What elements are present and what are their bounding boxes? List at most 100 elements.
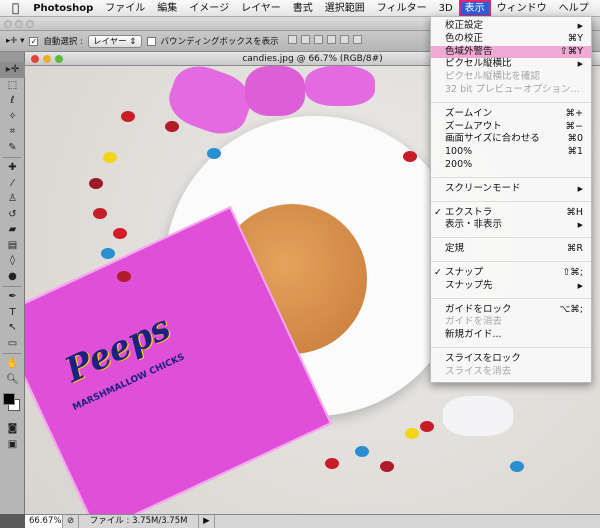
shape-tool-icon[interactable]: ▭	[0, 336, 25, 352]
status-info-icon[interactable]: ⊘	[63, 515, 80, 528]
menu-item-label: スナップ先	[445, 279, 493, 291]
auto-select-checkbox[interactable]: ✓	[29, 36, 39, 46]
menu-item-label: 100%	[445, 146, 473, 158]
gradient-icon[interactable]: ▤	[0, 238, 25, 254]
jelly-bean	[403, 151, 417, 162]
menu-item-label: スライスをロック	[445, 352, 521, 364]
menu-3d[interactable]: 3D	[433, 0, 459, 17]
dodge-tool-icon[interactable]: ●	[0, 269, 25, 285]
color-swatches[interactable]	[0, 387, 24, 421]
menu-item-label: 200%	[445, 158, 473, 170]
submenu-arrow-icon: ▶	[577, 184, 583, 193]
align-icons	[284, 35, 362, 47]
menu-edit[interactable]: 編集	[151, 0, 183, 17]
menu-item[interactable]: ✓ エクストラ ⌘H	[431, 207, 591, 220]
zoom-tool-icon[interactable]: 🔍︎	[0, 372, 25, 388]
brush-tool-icon[interactable]: ⁄	[0, 176, 25, 192]
menu-item[interactable]: スライスをロック	[431, 353, 591, 366]
menu-separator	[431, 200, 591, 202]
menu-item[interactable]: 色の校正 ⌘Y	[431, 33, 591, 46]
screen-mode-icon[interactable]: ▣	[0, 437, 25, 453]
menu-app[interactable]: Photoshop	[27, 0, 99, 17]
menu-filter[interactable]: フィルター	[371, 0, 433, 17]
menu-item[interactable]: 表示・非表示 ▶	[431, 219, 591, 232]
menu-file[interactable]: ファイル	[99, 0, 151, 17]
status-menu-arrow[interactable]: ▶	[199, 515, 215, 528]
menu-item[interactable]: スナップ先 ▶	[431, 280, 591, 293]
menu-item[interactable]: 定規 ⌘R	[431, 243, 591, 256]
align-hcenter-icon[interactable]	[339, 35, 349, 44]
eyedropper-icon[interactable]: ✎	[0, 140, 25, 156]
menu-item[interactable]: 色域外警告 ⇧⌘Y	[431, 45, 591, 59]
menu-shortcut: ⌘−	[565, 120, 583, 132]
move-tool-icon[interactable]: ▸✛	[0, 62, 25, 78]
menu-item[interactable]: 100% ⌘1	[431, 146, 591, 159]
crop-tool-icon[interactable]: ⌗	[0, 124, 25, 140]
menu-separator	[431, 297, 591, 299]
align-right-icon[interactable]	[352, 35, 362, 44]
marquee-tool-icon[interactable]: ⬚	[0, 78, 25, 94]
peep-candy	[305, 66, 375, 106]
bounding-box-checkbox[interactable]	[146, 36, 156, 46]
align-top-icon[interactable]	[287, 35, 297, 44]
menu-item-label: スライスを消去	[445, 365, 512, 377]
align-bottom-icon[interactable]	[313, 35, 323, 44]
menu-layer[interactable]: レイヤー	[235, 0, 287, 17]
menu-image[interactable]: イメージ	[183, 0, 235, 17]
zoom-button[interactable]	[26, 20, 34, 28]
menu-item: 32 bit プレビューオプション...	[431, 84, 591, 97]
doc-title: candies.jpg @ 66.7% (RGB/8#)	[242, 54, 383, 64]
menu-help[interactable]: ヘルプ	[553, 0, 595, 17]
menu-item-label: 色域外警告	[445, 45, 493, 57]
auto-select-dropdown[interactable]: レイヤー ⇕	[87, 34, 142, 48]
menu-window[interactable]: ウィンドウ	[491, 0, 553, 17]
close-button[interactable]	[4, 20, 12, 28]
menu-item[interactable]: ズームアウト ⌘−	[431, 121, 591, 134]
auto-select-label: 自動選択 :	[43, 37, 83, 47]
pen-tool-icon[interactable]: ✒	[0, 289, 25, 305]
align-vcenter-icon[interactable]	[300, 35, 310, 44]
menu-item[interactable]: ピクセル縦横比 ▶	[431, 58, 591, 71]
menu-item-label: スクリーンモード	[445, 182, 521, 194]
menu-item[interactable]: ✓ スナップ ⇧⌘;	[431, 267, 591, 280]
apple-icon[interactable]: 	[0, 0, 27, 17]
doc-minimize-button[interactable]	[43, 55, 51, 63]
jelly-bean	[93, 208, 107, 219]
menu-item-label: ズームアウト	[445, 120, 502, 132]
minimize-button[interactable]	[15, 20, 23, 28]
quick-mask-icon[interactable]: ◙	[0, 421, 25, 437]
path-select-icon[interactable]: ↖	[0, 320, 25, 336]
healing-brush-icon[interactable]: ✚	[0, 160, 25, 176]
eraser-icon[interactable]: ▰	[0, 222, 25, 238]
hand-tool-icon[interactable]: ✋	[0, 356, 25, 372]
menu-item[interactable]: ガイドをロック ⌥⌘;	[431, 304, 591, 317]
panel-header[interactable]	[0, 52, 24, 62]
move-tool-icon[interactable]: ▸✛ ▾	[6, 36, 24, 46]
menu-item[interactable]: 200%	[431, 159, 591, 172]
menu-item[interactable]: 新規ガイド...	[431, 329, 591, 342]
menu-item-label: ピクセル縦横比を確認	[445, 71, 541, 83]
menu-shortcut: ⌘H	[566, 206, 583, 218]
menu-item[interactable]: ズームイン ⌘+	[431, 108, 591, 121]
menu-view[interactable]: 表示	[458, 0, 491, 17]
align-left-icon[interactable]	[326, 35, 336, 44]
magic-wand-icon[interactable]: ✧	[0, 109, 25, 125]
menu-select[interactable]: 選択範囲	[319, 0, 371, 17]
doc-close-button[interactable]	[31, 55, 39, 63]
menu-shortcut: ⇧⌘;	[562, 266, 583, 278]
foreground-color[interactable]	[3, 393, 15, 405]
history-brush-icon[interactable]: ↺	[0, 207, 25, 223]
type-tool-icon[interactable]: T	[0, 305, 25, 321]
menu-item-label: 定規	[445, 243, 465, 255]
menu-item-label: 新規ガイド...	[445, 329, 502, 341]
blur-tool-icon[interactable]: ◊	[0, 253, 25, 269]
stamp-tool-icon[interactable]: ♙	[0, 191, 25, 207]
menu-type[interactable]: 書式	[287, 0, 319, 17]
doc-zoom-button[interactable]	[55, 55, 63, 63]
menu-item[interactable]: 校正設定 ▶	[431, 20, 591, 33]
menu-item: ピクセル縦横比を確認	[431, 71, 591, 84]
lasso-tool-icon[interactable]: ℓ	[0, 93, 25, 109]
menu-item[interactable]: 画面サイズに合わせる ⌘0	[431, 133, 591, 146]
menu-item[interactable]: スクリーンモード ▶	[431, 183, 591, 196]
zoom-level-field[interactable]: 66.67%	[25, 515, 63, 528]
